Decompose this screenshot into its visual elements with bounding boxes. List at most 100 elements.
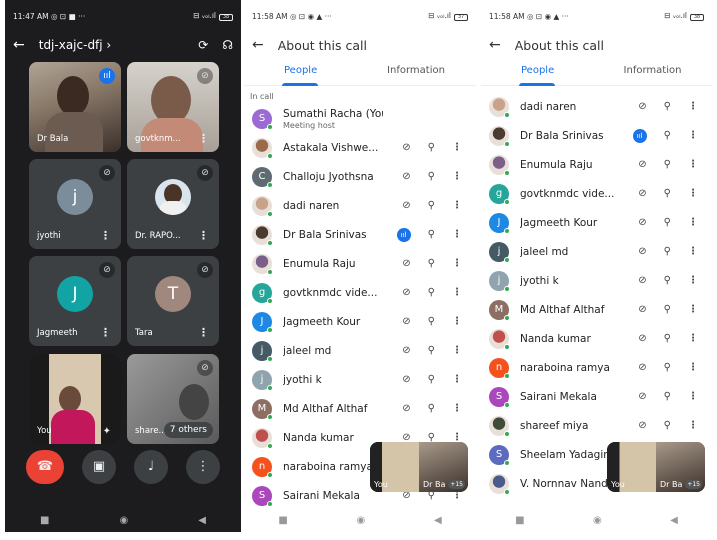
recents-icon[interactable]: ■	[40, 515, 49, 526]
more-options-icon[interactable]: ⋮	[688, 246, 698, 257]
back-icon[interactable]: ◀	[670, 515, 678, 526]
participant-tile[interactable]: ⊘ govtknm... ⋮	[127, 62, 219, 152]
recents-icon[interactable]: ■	[278, 515, 287, 526]
pin-icon[interactable]: ⚲	[664, 101, 671, 112]
more-options-icon[interactable]: ⋮	[452, 287, 462, 298]
more-options-icon[interactable]: ⋮	[688, 391, 698, 402]
more-options-icon[interactable]: ⋮	[688, 333, 698, 344]
switch-camera-icon[interactable]: ⟳	[198, 38, 208, 52]
participant-row[interactable]: J Jagmeeth Kour ⊘ ⚲ ⋮	[481, 208, 712, 237]
more-options-icon[interactable]: ⋮	[688, 130, 698, 141]
more-options-icon[interactable]: ⋮	[452, 229, 462, 240]
recents-icon[interactable]: ■	[515, 515, 524, 526]
more-options-icon[interactable]: ⋮	[688, 304, 698, 315]
mic-off-icon[interactable]: ⊘	[402, 287, 410, 298]
more-options-icon[interactable]: ⋮	[452, 171, 462, 182]
more-options-icon[interactable]: ⋮	[198, 326, 209, 339]
participant-row[interactable]: Nanda kumar ⊘ ⚲ ⋮	[481, 324, 712, 353]
more-options-icon[interactable]: ⋮	[452, 403, 462, 414]
participant-row[interactable]: Dr Bala Srinivas ııl ⚲ ⋮	[244, 220, 476, 249]
more-options-icon[interactable]: ⋮	[688, 362, 698, 373]
pin-icon[interactable]: ⚲	[664, 188, 671, 199]
more-options-icon[interactable]: ⋮	[198, 229, 209, 242]
pin-icon[interactable]: ⚲	[664, 420, 671, 431]
participant-row[interactable]: n naraboina ramya ⊘ ⚲ ⋮	[481, 353, 712, 382]
headphones-icon[interactable]: ☊	[222, 38, 233, 52]
mic-off-icon[interactable]: ⊘	[638, 304, 646, 315]
mic-off-icon[interactable]: ⊘	[402, 142, 410, 153]
pin-icon[interactable]: ⚲	[664, 304, 671, 315]
mic-off-icon[interactable]: ⊘	[638, 159, 646, 170]
participant-tile[interactable]: ⊘ Dr. RAPO... ⋮	[127, 159, 219, 249]
participant-row[interactable]: Enumula Raju ⊘ ⚲ ⋮	[481, 150, 712, 179]
pin-icon[interactable]: ⚲	[428, 142, 435, 153]
back-arrow-icon[interactable]: ←	[489, 37, 501, 53]
mic-off-icon[interactable]: ⊘	[638, 333, 646, 344]
more-options-icon[interactable]: ⋮	[452, 345, 462, 356]
pin-icon[interactable]: ⚲	[664, 159, 671, 170]
back-icon[interactable]: ◀	[198, 515, 206, 526]
pin-icon[interactable]: ⚲	[664, 333, 671, 344]
mic-off-icon[interactable]: ⊘	[638, 101, 646, 112]
pin-icon[interactable]: ⚲	[428, 229, 435, 240]
pip-video-window[interactable]: You Dr Ba +15	[370, 442, 468, 492]
pin-icon[interactable]: ⚲	[664, 275, 671, 286]
mic-off-icon[interactable]: ⊘	[638, 362, 646, 373]
home-icon[interactable]: ◉	[357, 515, 366, 526]
mic-off-icon[interactable]: ⊘	[638, 391, 646, 402]
back-arrow-icon[interactable]: ←	[252, 37, 264, 53]
pin-icon[interactable]: ⚲	[664, 130, 671, 141]
more-options-icon[interactable]: ⋮	[452, 316, 462, 327]
participant-row[interactable]: g govtknmdc vide... ⊘ ⚲ ⋮	[244, 278, 476, 307]
participant-row[interactable]: shareef miya ⊘ ⚲ ⋮	[481, 411, 712, 440]
participant-row[interactable]: dadi naren ⊘ ⚲ ⋮	[481, 92, 712, 121]
participant-row[interactable]: M Md Althaf Althaf ⊘ ⚲ ⋮	[244, 394, 476, 423]
pin-icon[interactable]: ⚲	[428, 403, 435, 414]
mic-off-icon[interactable]: ⊘	[638, 217, 646, 228]
more-options-icon[interactable]: ⋮	[688, 420, 698, 431]
participant-row[interactable]: j jaleel md ⊘ ⚲ ⋮	[481, 237, 712, 266]
participant-tile[interactable]: ⊘ T Tara ⋮	[127, 256, 219, 346]
effects-icon[interactable]: ✦	[103, 426, 111, 437]
meeting-code-title[interactable]: tdj-xajc-dfj ›	[39, 38, 112, 52]
participant-tile[interactable]: ııl Dr Bala	[29, 62, 121, 152]
participant-row[interactable]: j jaleel md ⊘ ⚲ ⋮	[244, 336, 476, 365]
mic-off-icon[interactable]: ⊘	[402, 374, 410, 385]
more-options-icon[interactable]: ⋮	[100, 229, 111, 242]
back-arrow-icon[interactable]: ←	[13, 37, 25, 53]
camera-toggle-button[interactable]: ▣	[82, 450, 116, 484]
mic-off-icon[interactable]: ⊘	[638, 246, 646, 257]
more-options-icon[interactable]: ⋮	[688, 188, 698, 199]
mic-off-icon[interactable]: ⊘	[402, 345, 410, 356]
participant-row[interactable]: S Sumathi Racha (You) Meeting host	[244, 104, 476, 133]
pip-video-window[interactable]: You Dr Ba +15	[607, 442, 705, 492]
participant-row[interactable]: g govtknmdc vide... ⊘ ⚲ ⋮	[481, 179, 712, 208]
mic-off-icon[interactable]: ⊘	[638, 420, 646, 431]
more-options-icon[interactable]: ⋮	[452, 374, 462, 385]
more-options-icon[interactable]: ⋮	[452, 200, 462, 211]
end-call-button[interactable]: ☎	[26, 450, 64, 484]
more-options-icon[interactable]: ⋮	[688, 217, 698, 228]
pin-icon[interactable]: ⚲	[428, 200, 435, 211]
more-options-icon[interactable]: ⋮	[198, 132, 209, 145]
pin-icon[interactable]: ⚲	[664, 246, 671, 257]
participant-row[interactable]: Astakala Vishwe... ⊘ ⚲ ⋮	[244, 133, 476, 162]
more-options-icon[interactable]: ⋮	[688, 275, 698, 286]
participant-row[interactable]: S Sairani Mekala ⊘ ⚲ ⋮	[481, 382, 712, 411]
mic-off-icon[interactable]: ⊘	[402, 171, 410, 182]
back-icon[interactable]: ◀	[434, 515, 442, 526]
participant-tile[interactable]: ⊘ J Jagmeeth ⋮	[29, 256, 121, 346]
tab-people[interactable]: People	[481, 58, 593, 85]
pin-icon[interactable]: ⚲	[664, 362, 671, 373]
participant-row[interactable]: Enumula Raju ⊘ ⚲ ⋮	[244, 249, 476, 278]
tab-people[interactable]: People	[244, 58, 356, 85]
participant-row[interactable]: j jyothi k ⊘ ⚲ ⋮	[481, 266, 712, 295]
participant-row[interactable]: Dr Bala Srinivas ııl ⚲ ⋮	[481, 121, 712, 150]
participant-row[interactable]: J Jagmeeth Kour ⊘ ⚲ ⋮	[244, 307, 476, 336]
mic-off-icon[interactable]: ⊘	[402, 258, 410, 269]
pin-icon[interactable]: ⚲	[428, 374, 435, 385]
mic-off-icon[interactable]: ⊘	[402, 403, 410, 414]
pin-icon[interactable]: ⚲	[428, 171, 435, 182]
pin-icon[interactable]: ⚲	[664, 217, 671, 228]
pin-icon[interactable]: ⚲	[428, 258, 435, 269]
